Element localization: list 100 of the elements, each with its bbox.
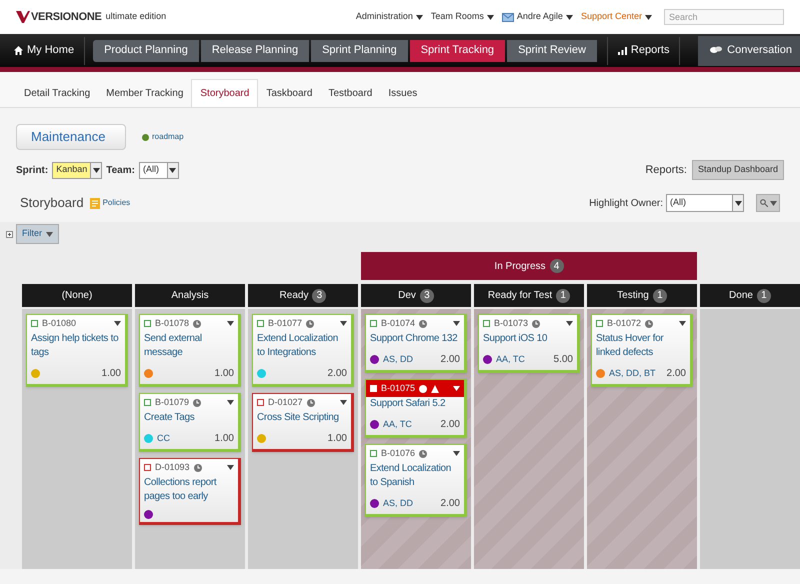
column-header: Done 1 bbox=[700, 284, 800, 307]
count-badge: 1 bbox=[556, 288, 570, 302]
caret-icon bbox=[169, 168, 176, 172]
roadmap-link[interactable]: roadmap bbox=[142, 131, 184, 143]
story-icon bbox=[483, 320, 490, 327]
story-icon bbox=[370, 320, 377, 327]
caret-icon bbox=[227, 321, 234, 326]
column-header: Testing 1 bbox=[587, 284, 697, 307]
owner-initials: AS, DD bbox=[383, 496, 414, 510]
home-tab[interactable]: My Home bbox=[8, 36, 86, 64]
policies-link[interactable]: Policies bbox=[102, 197, 130, 209]
nav-tab[interactable]: Sprint Review bbox=[507, 40, 597, 62]
story-card[interactable]: B-01073 Support iOS 10 AA, TC 5.00 bbox=[478, 314, 580, 373]
nav-tab[interactable]: Sprint Tracking bbox=[410, 40, 506, 62]
sub-tab[interactable]: Detail Tracking bbox=[16, 79, 98, 107]
card-title[interactable]: Extend Localization to Spanish bbox=[366, 462, 464, 490]
card-id: B-01074 bbox=[381, 316, 416, 330]
story-card[interactable]: B-01074 Support Chrome 132 AS, DD 2.00 bbox=[365, 314, 467, 373]
caret-icon bbox=[645, 14, 652, 20]
sub-tab[interactable]: Testboard bbox=[320, 79, 380, 107]
caret-icon bbox=[679, 321, 686, 326]
story-icon bbox=[31, 320, 38, 327]
brand-name: VERSIONONE bbox=[31, 10, 102, 25]
card-id: B-01072 bbox=[607, 316, 642, 330]
caret-icon bbox=[566, 321, 573, 326]
nav-tab[interactable]: Release Planning bbox=[200, 40, 310, 62]
caret-icon bbox=[770, 200, 776, 206]
card-id: B-01077 bbox=[268, 316, 302, 330]
reports-tab[interactable]: Reports bbox=[606, 36, 680, 64]
project-dropdown[interactable]: Maintenance bbox=[16, 124, 126, 150]
sub-tab[interactable]: Taskboard bbox=[258, 79, 320, 107]
storyboard-title: Storyboard bbox=[20, 194, 84, 212]
search-field[interactable]: Search bbox=[664, 9, 784, 25]
story-card[interactable]: B-01078 Send external message 1.00 bbox=[139, 314, 241, 387]
caret-icon bbox=[734, 200, 742, 206]
estimate: 1.00 bbox=[214, 432, 234, 446]
card-title[interactable]: Send external message bbox=[140, 332, 238, 360]
card-title[interactable]: Support iOS 10 bbox=[479, 332, 577, 346]
count-badge: 4 bbox=[550, 259, 564, 273]
search-options-button[interactable] bbox=[756, 194, 780, 212]
card-title[interactable]: Support Safari 5.2 bbox=[366, 397, 464, 411]
story-card[interactable]: B-01076 Extend Localization to Spanish AS, DD 2.00 bbox=[365, 444, 467, 517]
nav-tab[interactable]: Sprint Planning bbox=[311, 40, 408, 62]
estimate: 2.00 bbox=[440, 353, 460, 367]
estimate: 1.00 bbox=[214, 367, 234, 381]
expand-icon bbox=[6, 230, 13, 238]
story-card[interactable]: B-01072 Status Hover for linked defects AS, DD, BT 2.00 bbox=[591, 314, 693, 387]
caret-icon bbox=[46, 232, 53, 236]
highlight-owner-label: Highlight Owner: bbox=[589, 196, 663, 210]
card-title[interactable]: Support Chrome 132 bbox=[366, 332, 464, 346]
header-link[interactable]: Support Center bbox=[580, 10, 652, 24]
count-badge: 3 bbox=[312, 288, 326, 302]
column-header: (None) bbox=[22, 284, 132, 307]
user-menu[interactable]: Andre Agile bbox=[502, 10, 573, 24]
mail-icon bbox=[502, 12, 514, 22]
header-link[interactable]: Team Rooms bbox=[430, 10, 494, 24]
conversation-tab[interactable]: Conversation bbox=[698, 36, 800, 66]
defect-card[interactable]: D-01093 Collections report pages too early bbox=[139, 458, 241, 525]
caret-icon bbox=[453, 321, 460, 326]
card-id: B-01080 bbox=[42, 316, 76, 330]
bar-chart-icon bbox=[618, 46, 627, 54]
chat-icon bbox=[710, 46, 722, 55]
estimate: 2.00 bbox=[328, 367, 347, 381]
caret-icon bbox=[340, 400, 347, 405]
story-card[interactable]: B-01079 Create Tags CC 1.00 bbox=[139, 393, 241, 452]
sub-tab[interactable]: Issues bbox=[380, 79, 426, 107]
sprint-select[interactable]: Kanban bbox=[52, 162, 102, 178]
in-progress-header: In Progress 4 bbox=[361, 252, 697, 280]
sub-tab[interactable]: Member Tracking bbox=[98, 79, 192, 107]
card-id: B-01076 bbox=[381, 446, 416, 460]
caret-icon bbox=[566, 14, 573, 20]
nav-tab[interactable]: Product Planning bbox=[93, 40, 199, 62]
story-card[interactable]: B-01077 Extend Localization to Integrations 2.00 bbox=[252, 314, 354, 387]
filter-button[interactable]: Filter bbox=[16, 224, 59, 244]
owner-initials: AS, DD, BT bbox=[609, 366, 656, 380]
caret-icon bbox=[340, 321, 347, 326]
card-title[interactable]: Create Tags bbox=[140, 411, 238, 425]
story-card[interactable]: B-01075 Support Safari 5.2 AA, TC 2.00 bbox=[365, 379, 467, 438]
header-link[interactable]: Administration bbox=[356, 10, 423, 24]
defect-card[interactable]: D-01027 Cross Site Scripting 1.00 bbox=[252, 393, 354, 452]
caret-icon bbox=[416, 14, 423, 20]
story-icon bbox=[370, 385, 377, 392]
card-title[interactable]: Extend Localization to Integrations bbox=[253, 332, 351, 360]
card-title[interactable]: Cross Site Scripting bbox=[253, 411, 351, 425]
highlight-owner-select[interactable]: (All) bbox=[666, 194, 744, 212]
story-icon bbox=[144, 320, 151, 327]
card-title[interactable]: Collections report pages too early bbox=[140, 476, 238, 504]
owner-initials: CC bbox=[157, 432, 170, 445]
roadmap-icon bbox=[142, 134, 149, 140]
story-card[interactable]: B-01080 Assign help tickets to tags 1.00 bbox=[26, 314, 128, 387]
owner-initials: AA, TC bbox=[383, 418, 412, 431]
team-select[interactable]: (All) bbox=[138, 162, 179, 178]
caret-icon bbox=[486, 14, 494, 20]
standup-dashboard-button[interactable]: Standup Dashboard bbox=[692, 160, 784, 180]
card-title[interactable]: Assign help tickets to tags bbox=[27, 332, 125, 360]
card-id: B-01078 bbox=[155, 316, 190, 330]
card-title[interactable]: Status Hover for linked defects bbox=[592, 332, 690, 360]
card-id: B-01079 bbox=[155, 396, 190, 409]
story-icon bbox=[144, 399, 151, 406]
sub-tab[interactable]: Storyboard bbox=[191, 79, 258, 107]
